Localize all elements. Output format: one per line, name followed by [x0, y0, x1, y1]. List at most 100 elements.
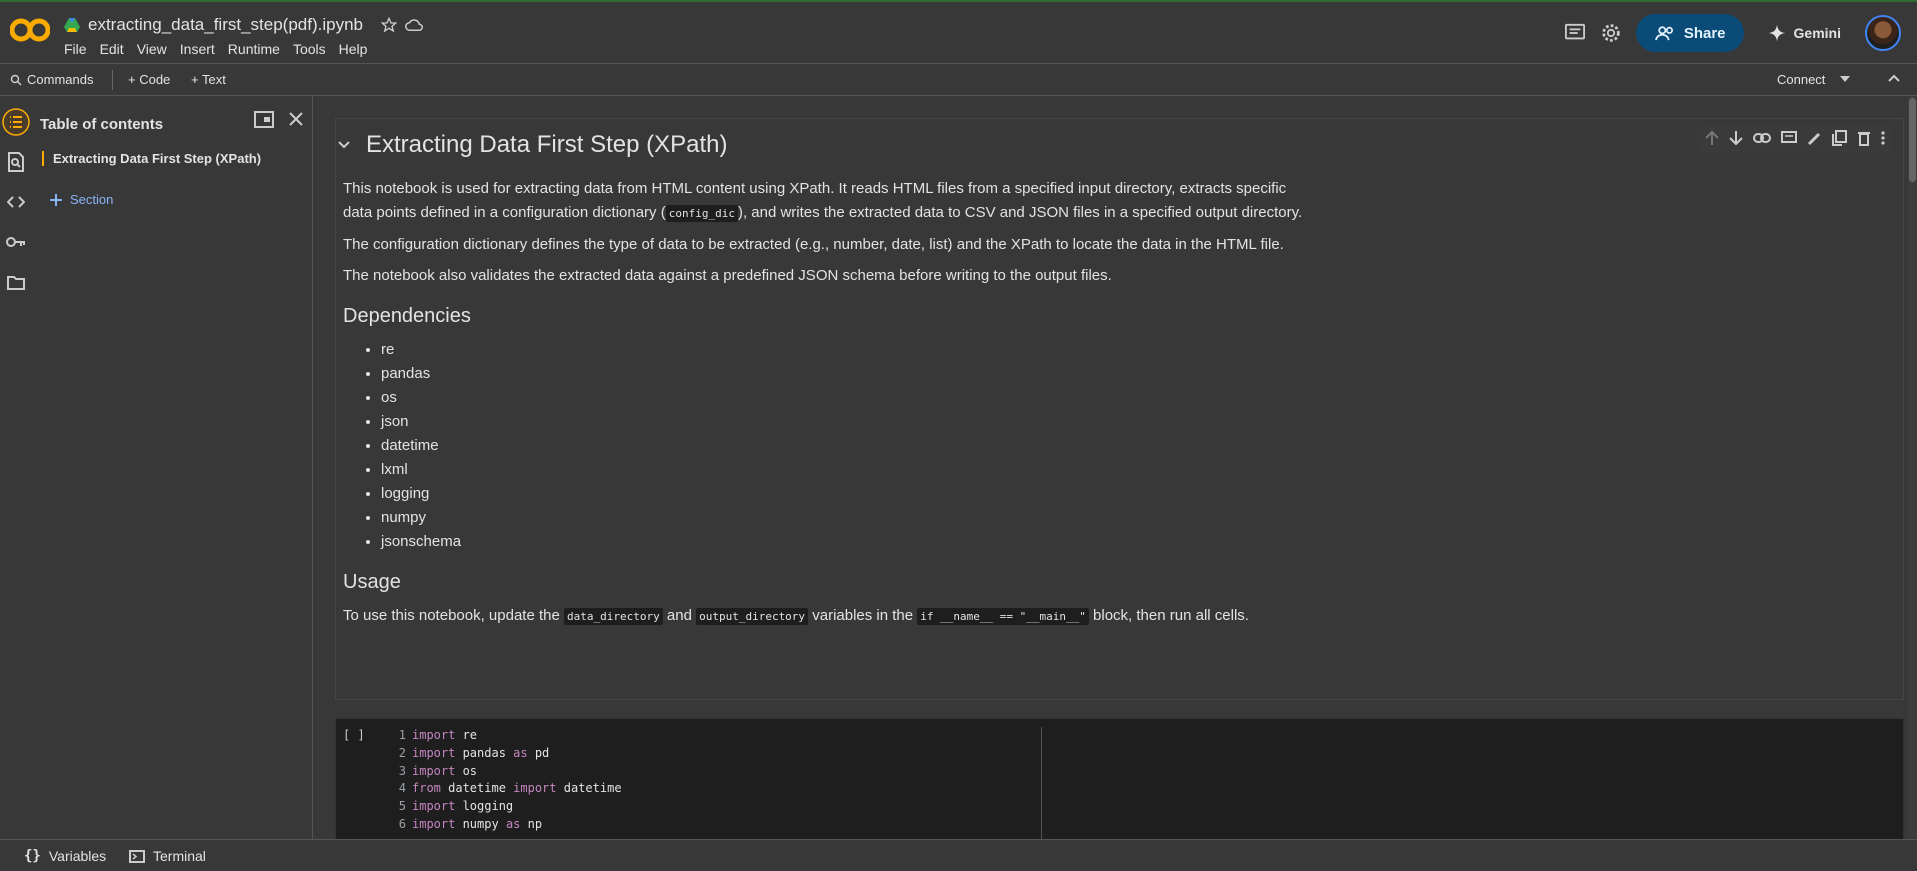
code-keyword: import	[412, 728, 456, 742]
list-item: pandas	[381, 362, 1303, 386]
more-icon[interactable]	[1881, 131, 1885, 145]
commands-button[interactable]: Commands	[10, 72, 93, 87]
code-line: 3 import os	[392, 763, 1041, 781]
dependencies-list: re pandas os json datetime lxml logging …	[381, 338, 1303, 554]
list-item: re	[381, 338, 1303, 362]
terminal-icon	[129, 849, 145, 863]
code-text: re	[455, 728, 478, 742]
terminal-button[interactable]: Terminal	[129, 848, 206, 864]
add-section-button[interactable]: Section	[50, 192, 113, 207]
code-editor[interactable]: 1 import re 2 import pandas as pd 3 import …	[392, 727, 1042, 839]
comment-icon[interactable]	[1564, 23, 1586, 43]
inline-code-output-dir: output_directory	[696, 608, 809, 625]
line-number: 4	[398, 781, 406, 796]
code-line: 5 import logging	[392, 798, 1041, 816]
notebook-title[interactable]: extracting_data_first_step(pdf).ipynb	[88, 15, 363, 35]
list-item: datetime	[381, 434, 1303, 458]
config-paragraph: The configuration dictionary defines the…	[343, 236, 1284, 253]
collapse-header-button[interactable]	[1888, 74, 1900, 82]
star-icon[interactable]	[381, 17, 397, 33]
vertical-scrollbar[interactable]	[1908, 96, 1917, 839]
code-text: pd	[527, 745, 550, 760]
scrollbar-thumb[interactable]	[1909, 98, 1916, 182]
variables-button[interactable]: {} Variables	[24, 848, 106, 864]
key-icon[interactable]	[2, 228, 30, 256]
usage-text-c: variables in the	[808, 607, 918, 624]
usage-heading: Usage	[343, 571, 401, 593]
edit-icon[interactable]	[1807, 131, 1822, 146]
share-button[interactable]: Share	[1635, 14, 1744, 52]
braces-icon: {}	[24, 848, 41, 864]
code-keyword: import	[412, 816, 456, 831]
code-keyword: import	[513, 781, 557, 796]
inline-code-data-dir: data_directory	[564, 608, 663, 625]
notebook-toolbar: Commands + Code + Text Connect	[0, 63, 1917, 96]
link-icon[interactable]	[1753, 133, 1771, 143]
list-item: jsonschema	[381, 530, 1303, 554]
intro-paragraph: This notebook is used for extracting dat…	[343, 177, 1303, 226]
search-icon	[10, 74, 22, 86]
menu-file[interactable]: File	[64, 41, 95, 57]
inline-code-main: if __name__ == "__main__"	[917, 608, 1089, 625]
top-bar: extracting_data_first_step(pdf).ipynb Fi…	[0, 0, 1917, 63]
gemini-button[interactable]: Gemini	[1758, 24, 1851, 42]
list-item: logging	[381, 482, 1303, 506]
validation-paragraph: The notebook also validates the extracte…	[343, 267, 1112, 284]
dependencies-heading: Dependencies	[343, 305, 471, 327]
menu-edit[interactable]: Edit	[100, 41, 132, 57]
folder-icon[interactable]	[2, 268, 30, 296]
menu-bar: File Edit View Insert Runtime Tools Help	[64, 41, 380, 57]
close-icon[interactable]	[289, 112, 303, 126]
collapse-chevron-icon[interactable]	[338, 141, 350, 149]
cell-toolbar	[1697, 124, 1893, 152]
colab-logo[interactable]	[10, 15, 50, 45]
add-code-label: + Code	[128, 72, 171, 87]
arrow-up-icon[interactable]	[1705, 130, 1719, 146]
notebook-heading: Extracting Data First Step (XPath)	[338, 133, 1303, 157]
toc-icon[interactable]	[2, 108, 30, 136]
open-tab-icon[interactable]	[254, 111, 274, 129]
code-icon[interactable]	[2, 188, 30, 216]
code-keyword: as	[513, 745, 528, 760]
add-text-button[interactable]: + Text	[191, 72, 226, 87]
intro-text-b: ), and writes the extracted data to CSV …	[737, 204, 1303, 221]
trash-icon[interactable]	[1857, 130, 1871, 146]
code-keyword: import	[412, 799, 456, 814]
code-text: os	[455, 763, 478, 778]
line-number: 1	[398, 728, 406, 742]
usage-text-a: To use this notebook, update the	[343, 607, 564, 624]
gemini-label: Gemini	[1793, 25, 1841, 41]
side-rail	[0, 96, 32, 839]
toc-panel: Table of contents Extracting Data First …	[32, 96, 313, 839]
menu-insert[interactable]: Insert	[180, 41, 223, 57]
code-keyword: as	[505, 816, 521, 831]
toolbar-divider	[112, 70, 113, 90]
menu-view[interactable]: View	[137, 41, 175, 57]
line-number: 6	[398, 816, 406, 831]
add-section-label: Section	[70, 192, 114, 207]
connect-dropdown[interactable]	[1840, 76, 1850, 82]
connect-button[interactable]: Connect	[1777, 72, 1825, 87]
toc-item-extracting-data[interactable]: Extracting Data First Step (XPath)	[42, 151, 261, 166]
find-icon[interactable]	[2, 148, 30, 176]
add-code-button[interactable]: + Code	[128, 72, 170, 87]
menu-help[interactable]: Help	[339, 41, 376, 57]
copy-icon[interactable]	[1832, 130, 1847, 146]
code-cell[interactable]: [ ] 1 import re 2 import pandas as pd 3 imp…	[335, 718, 1904, 839]
gear-icon[interactable]	[1600, 22, 1622, 44]
drive-icon	[64, 18, 80, 32]
menu-runtime[interactable]: Runtime	[228, 41, 288, 57]
list-item: numpy	[381, 506, 1303, 530]
line-number: 3	[398, 763, 406, 778]
chevron-up-icon	[1888, 74, 1900, 82]
avatar[interactable]	[1865, 15, 1901, 51]
arrow-down-icon[interactable]	[1729, 130, 1743, 146]
menu-tools[interactable]: Tools	[293, 41, 334, 57]
comment-icon[interactable]	[1781, 130, 1797, 146]
sparkle-icon	[1768, 24, 1786, 42]
run-cell-button[interactable]: [ ]	[343, 728, 365, 742]
line-number: 5	[398, 799, 406, 814]
text-cell[interactable]: Extracting Data First Step (XPath) This …	[335, 118, 1904, 700]
cloud-icon[interactable]	[405, 18, 423, 32]
code-text: logging	[455, 799, 514, 814]
